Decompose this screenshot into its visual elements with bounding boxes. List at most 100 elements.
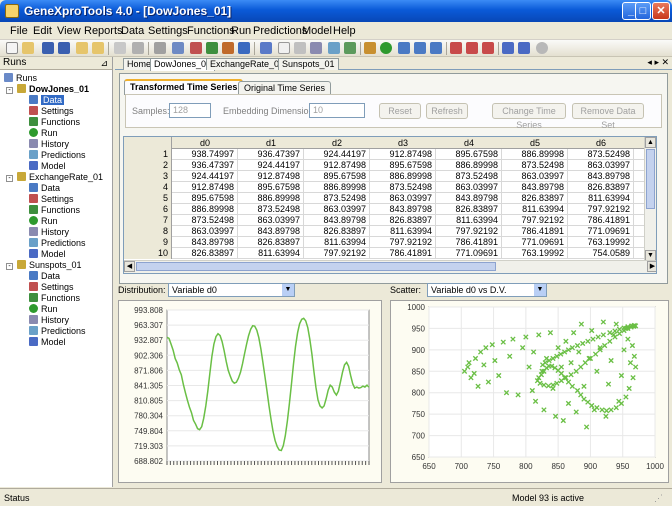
table-cell[interactable]: 826.83897: [238, 237, 304, 248]
table-cell[interactable]: 912.87498: [304, 160, 370, 171]
table-cell[interactable]: 811.63994: [568, 193, 634, 204]
distribution-select[interactable]: Variable d0 ▼: [168, 283, 295, 297]
table-cell[interactable]: 843.89798: [436, 193, 502, 204]
tree-item-history[interactable]: History: [29, 227, 69, 238]
tree-item-data[interactable]: Data: [29, 183, 60, 194]
table-cell[interactable]: 924.44197: [238, 160, 304, 171]
table-cell[interactable]: 912.87498: [172, 182, 238, 193]
refresh-button[interactable]: Refresh: [426, 103, 468, 119]
table-cell[interactable]: 797.92192: [436, 226, 502, 237]
table-cell[interactable]: 786.41891: [568, 215, 634, 226]
wand-icon[interactable]: [310, 42, 322, 54]
column-header[interactable]: d5: [502, 137, 568, 149]
folder-icon[interactable]: [76, 42, 88, 54]
table-cell[interactable]: 771.09691: [568, 226, 634, 237]
folder-open-icon[interactable]: [92, 42, 104, 54]
export-icon[interactable]: [430, 42, 442, 54]
table-cell[interactable]: 826.83897: [436, 204, 502, 215]
table-cell[interactable]: 873.52498: [502, 160, 568, 171]
table-row[interactable]: 2 936.47397 924.44197 912.87498 895.67598 886…: [124, 160, 645, 171]
shield-icon[interactable]: [238, 42, 250, 54]
table-cell[interactable]: 895.67598: [238, 182, 304, 193]
tree-item-predictions[interactable]: Predictions: [29, 150, 86, 161]
table-cell[interactable]: 863.03997: [238, 215, 304, 226]
table-cell[interactable]: 863.03997: [370, 193, 436, 204]
table-cell[interactable]: 797.92192: [370, 237, 436, 248]
table-cell[interactable]: 924.44197: [304, 149, 370, 160]
menu-reports[interactable]: Reports: [84, 25, 123, 37]
tree-item-predictions[interactable]: Predictions: [29, 238, 86, 249]
report-red2-icon[interactable]: [466, 42, 478, 54]
table-cell[interactable]: 843.89798: [370, 204, 436, 215]
tree-item-model[interactable]: Model: [29, 161, 66, 172]
table-cell[interactable]: 843.89798: [568, 171, 634, 182]
report-red-icon[interactable]: [450, 42, 462, 54]
grid-horizontal-scrollbar[interactable]: ◀ ▶: [124, 260, 656, 273]
tab-transformed-series[interactable]: Transformed Time Series: [124, 79, 244, 95]
table-cell[interactable]: 886.89998: [436, 160, 502, 171]
table-cell[interactable]: 873.52498: [304, 193, 370, 204]
table-cell[interactable]: 886.89998: [172, 204, 238, 215]
table-cell[interactable]: 786.41891: [436, 237, 502, 248]
report-icon[interactable]: [154, 42, 166, 54]
functions-icon[interactable]: [206, 42, 218, 54]
table-cell[interactable]: 873.52498: [172, 215, 238, 226]
table-cell[interactable]: 863.03997: [568, 160, 634, 171]
menu-edit[interactable]: Edit: [33, 25, 52, 37]
tab-original-series[interactable]: Original Time Series: [238, 81, 332, 95]
tree-run-dowjones[interactable]: DowJones_01: [17, 84, 89, 95]
sparkle-icon[interactable]: [260, 42, 272, 54]
table-cell[interactable]: 843.89798: [502, 182, 568, 193]
tree-item-history[interactable]: History: [29, 315, 69, 326]
table-row[interactable]: 6 886.89998 873.52498 863.03997 843.89798 826…: [124, 204, 645, 215]
table-cell[interactable]: 936.47397: [238, 149, 304, 160]
tree-item-model[interactable]: Model: [29, 337, 66, 348]
print-icon[interactable]: [114, 42, 126, 54]
remove-dataset-button[interactable]: Remove Data Set: [572, 103, 644, 130]
table-cell[interactable]: 912.87498: [238, 171, 304, 182]
column-header[interactable]: d0: [172, 137, 238, 149]
table-cell[interactable]: 873.52498: [370, 182, 436, 193]
tree-item-settings[interactable]: Settings: [29, 282, 74, 293]
table-cell[interactable]: 863.03997: [172, 226, 238, 237]
table-cell[interactable]: 873.52498: [436, 171, 502, 182]
table-cell[interactable]: 797.92192: [304, 248, 370, 259]
tab-sunspots[interactable]: Sunspots_01: [278, 58, 339, 70]
table-row[interactable]: 3 924.44197 912.87498 895.67598 886.89998 873…: [124, 171, 645, 182]
help-icon[interactable]: [536, 42, 548, 54]
samples-field[interactable]: 128: [169, 103, 211, 118]
table-cell[interactable]: 797.92192: [568, 204, 634, 215]
table-cell[interactable]: 811.63994: [502, 204, 568, 215]
table-cell[interactable]: 811.63994: [436, 215, 502, 226]
grid-vertical-scrollbar[interactable]: ▲ ▼: [644, 137, 656, 261]
tree-item-run[interactable]: Run: [29, 128, 58, 139]
tree-item-settings[interactable]: Settings: [29, 106, 74, 117]
chart-blue2-icon[interactable]: [518, 42, 530, 54]
reset-button[interactable]: Reset: [379, 103, 421, 119]
tree-item-model[interactable]: Model: [29, 249, 66, 260]
table-cell[interactable]: 786.41891: [502, 226, 568, 237]
menu-file[interactable]: File: [10, 25, 28, 37]
table-cell[interactable]: 873.52498: [568, 149, 634, 160]
change-series-button[interactable]: Change Time Series: [492, 103, 566, 130]
table-row[interactable]: 4 912.87498 895.67598 886.89998 873.52498 863…: [124, 182, 645, 193]
run-icon[interactable]: [380, 42, 392, 54]
menu-predictions[interactable]: Predictions: [253, 25, 307, 37]
column-header[interactable]: d1: [238, 137, 304, 149]
chart-icon[interactable]: [328, 42, 340, 54]
tree-run-sunspots[interactable]: Sunspots_01: [17, 260, 82, 271]
table-cell[interactable]: 811.63994: [370, 226, 436, 237]
table-cell[interactable]: 886.89998: [370, 171, 436, 182]
table-cell[interactable]: 873.52498: [238, 204, 304, 215]
save-all-icon[interactable]: [58, 42, 70, 54]
table-row[interactable]: 7 873.52498 863.03997 843.89798 826.83897 811…: [124, 215, 645, 226]
tree-item-run[interactable]: Run: [29, 216, 58, 227]
save-icon[interactable]: [42, 42, 54, 54]
menu-run[interactable]: Run: [231, 25, 251, 37]
table-cell[interactable]: 863.03997: [304, 204, 370, 215]
table-cell[interactable]: 826.83897: [172, 248, 238, 259]
tree-root[interactable]: Runs: [4, 73, 37, 84]
menu-functions[interactable]: Functions: [187, 25, 235, 37]
tree-item-predictions[interactable]: Predictions: [29, 326, 86, 337]
table-cell[interactable]: 886.89998: [304, 182, 370, 193]
